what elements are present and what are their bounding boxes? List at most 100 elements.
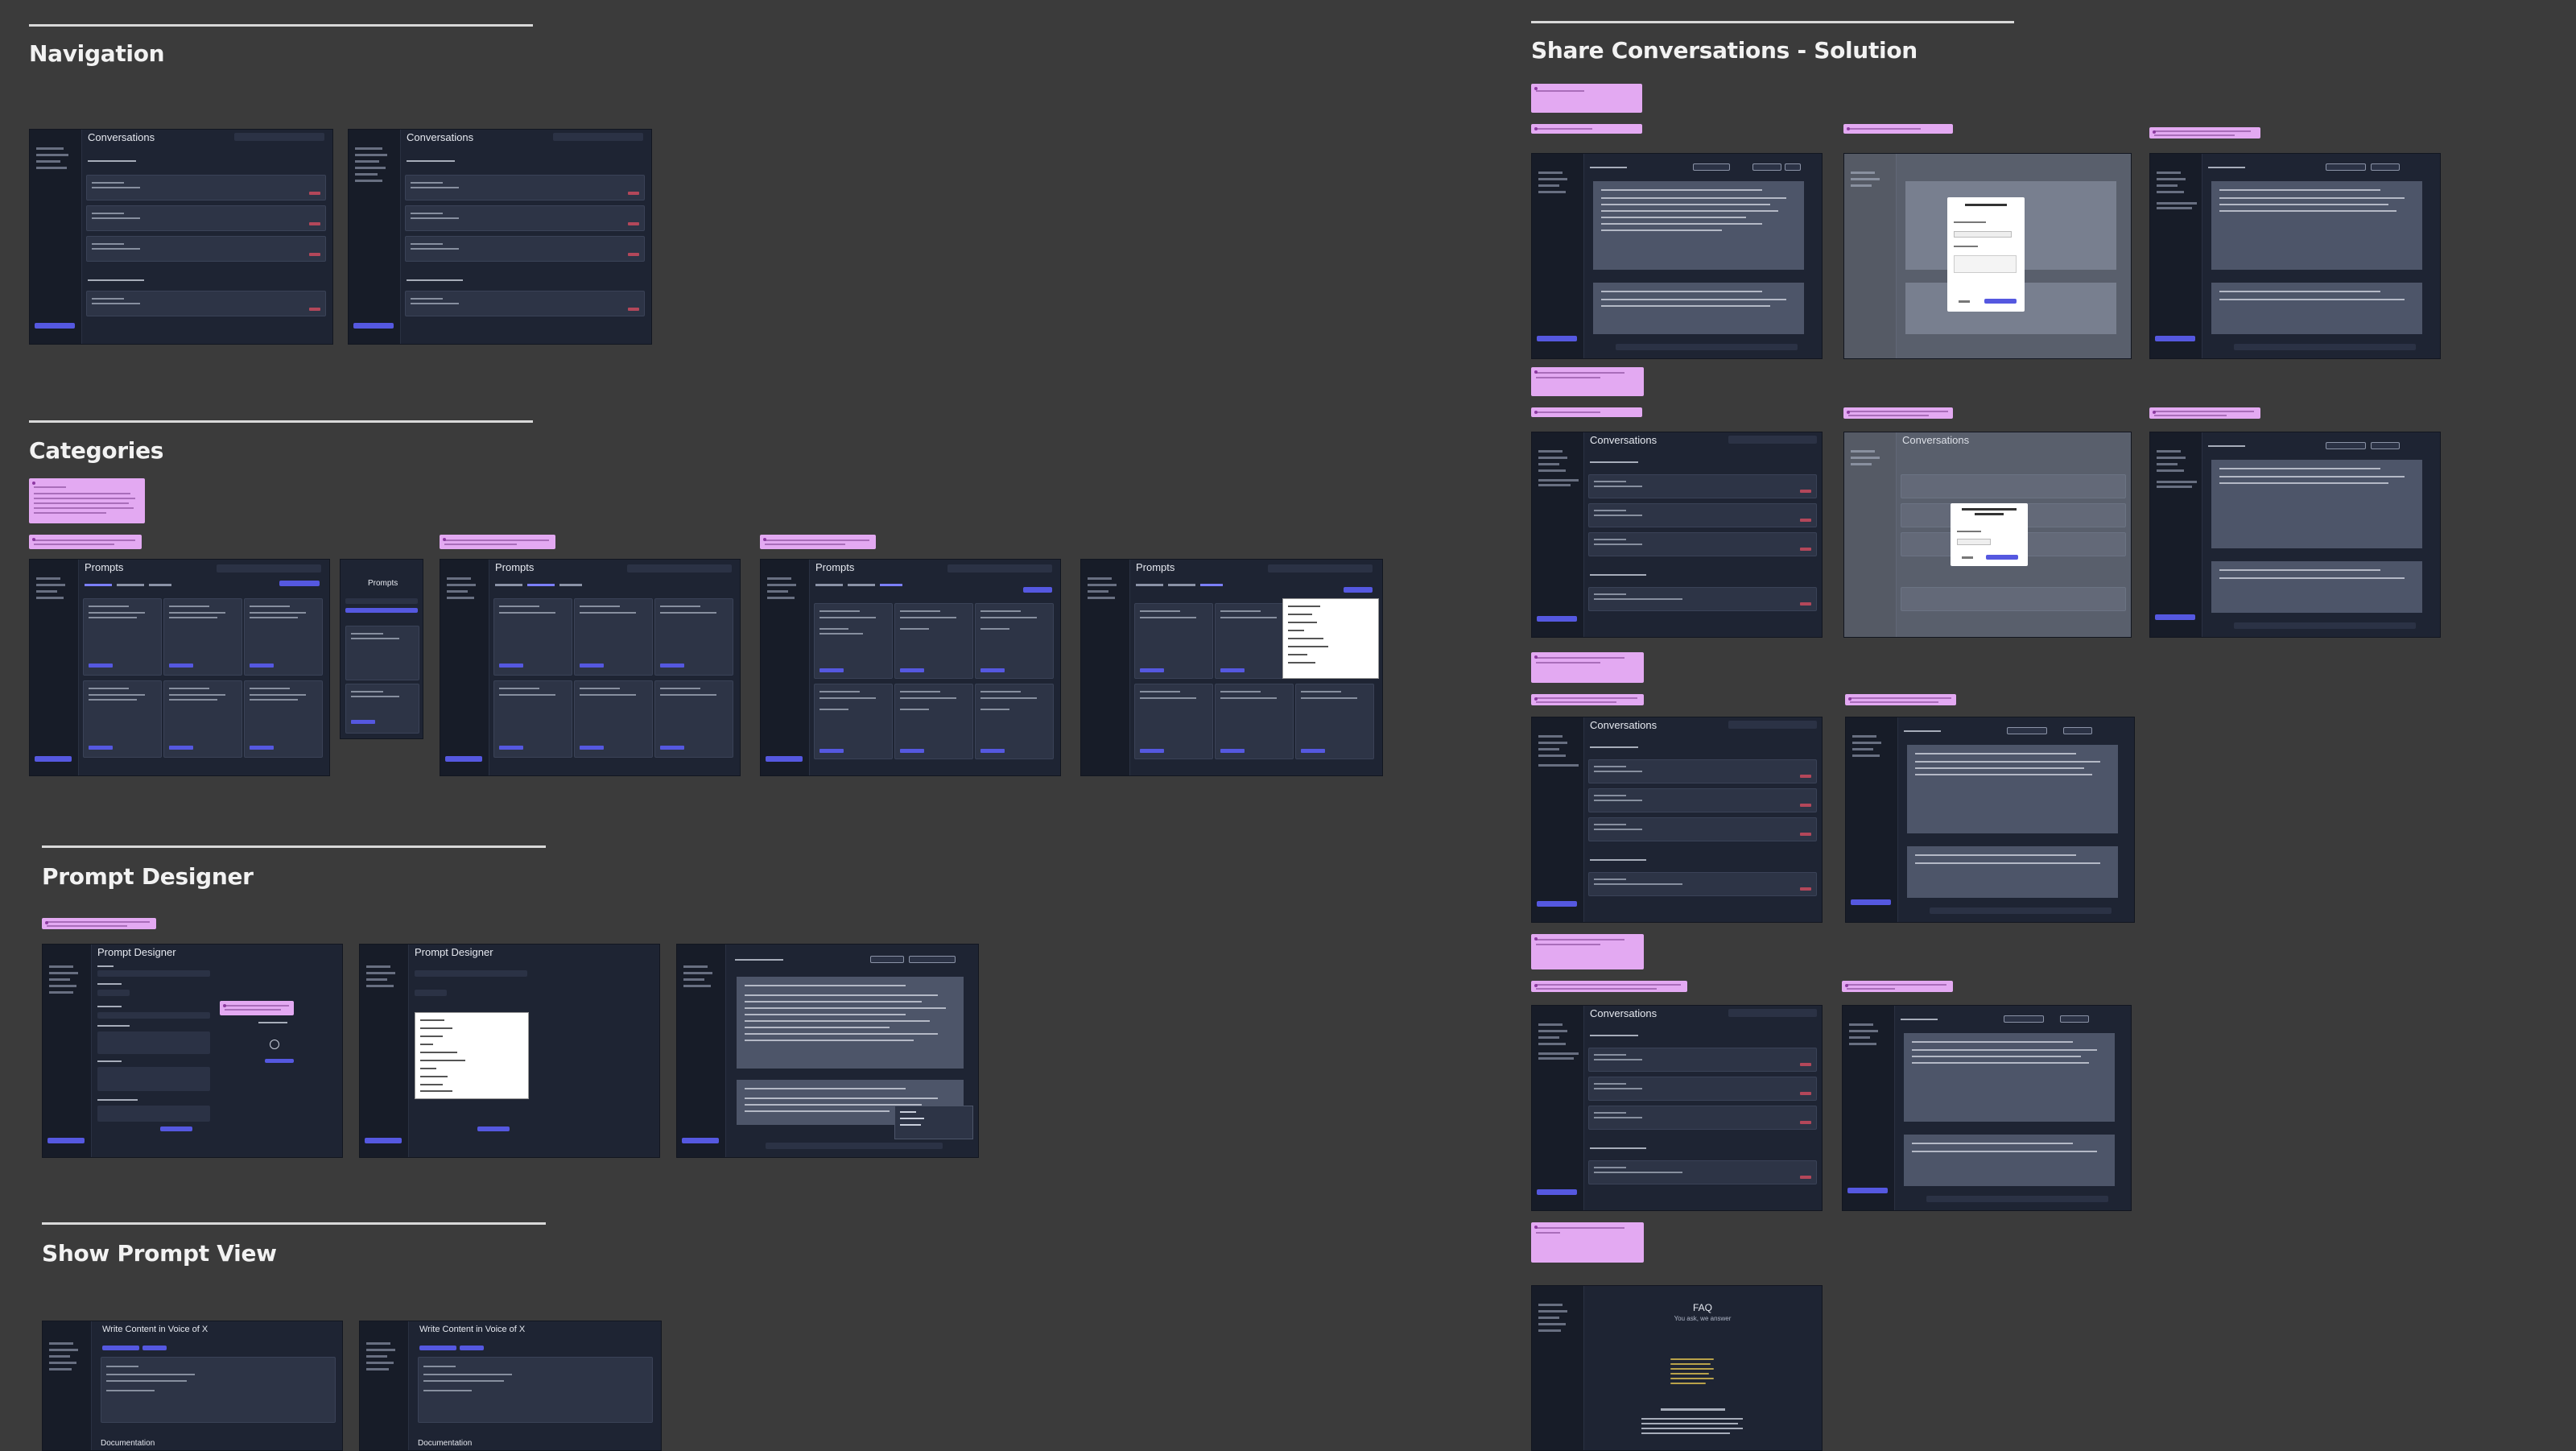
- tab-your-prompts[interactable]: [85, 584, 112, 586]
- model-select[interactable]: [1693, 163, 1730, 171]
- share-button[interactable]: [870, 956, 904, 963]
- new-conversation-button[interactable]: [1851, 899, 1891, 905]
- tab-published[interactable]: [149, 584, 171, 586]
- shared-conversation-card[interactable]: [405, 291, 645, 316]
- sidebar-item[interactable]: [36, 590, 57, 593]
- sidebar-item[interactable]: [683, 972, 712, 974]
- prompt-card[interactable]: [654, 598, 733, 676]
- sidebar-item[interactable]: [1849, 1036, 1870, 1039]
- sidebar-item[interactable]: [1852, 742, 1881, 744]
- name-input[interactable]: [415, 970, 527, 977]
- new-conversation-button[interactable]: [766, 756, 803, 762]
- sidebar-item[interactable]: [1538, 457, 1567, 459]
- chat-input[interactable]: [1616, 344, 1798, 350]
- tab-your-prompts[interactable]: [1136, 584, 1163, 586]
- sidebar-item[interactable]: [366, 1362, 394, 1364]
- new-prompt-button[interactable]: [345, 608, 418, 613]
- new-conversation-button[interactable]: [1537, 616, 1577, 622]
- sidebar-item[interactable]: [2157, 184, 2178, 187]
- sidebar-item[interactable]: [49, 1349, 78, 1351]
- prompt-card[interactable]: [894, 603, 973, 679]
- search-bar[interactable]: [1728, 721, 1817, 729]
- sidebar-item[interactable]: [2157, 172, 2181, 174]
- prompt-card[interactable]: [493, 680, 572, 758]
- sidebar-item[interactable]: [1538, 1304, 1563, 1306]
- sidebar-item[interactable]: [683, 978, 704, 981]
- chat-input[interactable]: [2234, 622, 2416, 629]
- visibility-select[interactable]: [97, 990, 130, 996]
- chat-input[interactable]: [2234, 344, 2416, 350]
- new-conversation-button[interactable]: [365, 1138, 402, 1143]
- prompt-card[interactable]: [163, 680, 242, 758]
- sidebar-item[interactable]: [366, 965, 390, 968]
- sidebar-item[interactable]: [1538, 1310, 1567, 1313]
- sidebar-item[interactable]: [1538, 172, 1563, 174]
- conversation-card[interactable]: [86, 175, 326, 200]
- sidebar-item[interactable]: [355, 154, 387, 156]
- sidebar-item[interactable]: [1538, 1043, 1566, 1045]
- sidebar-item[interactable]: [49, 1355, 70, 1358]
- sidebar-item[interactable]: [767, 584, 796, 586]
- search-bar[interactable]: [1268, 564, 1373, 573]
- sidebar-item[interactable]: [355, 173, 378, 176]
- conversation-card[interactable]: [1588, 503, 1817, 527]
- sidebar-item[interactable]: [1088, 597, 1115, 599]
- sidebar-item[interactable]: [447, 577, 471, 580]
- sidebar-item[interactable]: [1538, 463, 1559, 465]
- prompt-card[interactable]: [1295, 684, 1374, 759]
- sidebar-item[interactable]: [1538, 178, 1567, 180]
- tab-your-catalog[interactable]: [527, 584, 555, 586]
- faq-question[interactable]: [1670, 1373, 1709, 1375]
- variables-popup[interactable]: [894, 1106, 973, 1139]
- prompt-card[interactable]: [244, 598, 323, 676]
- sidebar-item[interactable]: [2157, 457, 2186, 459]
- new-conversation-button[interactable]: [35, 323, 75, 329]
- name-input[interactable]: [97, 970, 210, 977]
- sidebar-item[interactable]: [1849, 1043, 1876, 1045]
- shared-conversation-card[interactable]: [1588, 872, 1817, 896]
- prompt-card[interactable]: [493, 598, 572, 676]
- search-bar[interactable]: [553, 133, 643, 141]
- new-prompt-button[interactable]: [279, 581, 320, 586]
- sidebar-item[interactable]: [447, 590, 468, 593]
- sidebar-item[interactable]: [1538, 450, 1563, 453]
- sidebar-item[interactable]: [1538, 1036, 1559, 1039]
- search-bar[interactable]: [627, 564, 732, 573]
- prompt-textarea[interactable]: [97, 1067, 210, 1091]
- faq-question[interactable]: [1670, 1368, 1714, 1370]
- manage-sharing-modal[interactable]: [1951, 503, 2028, 566]
- sidebar-item[interactable]: [2157, 191, 2184, 193]
- sidebar-item[interactable]: [2157, 178, 2186, 180]
- faq-question[interactable]: [1670, 1378, 1714, 1379]
- new-conversation-button[interactable]: [445, 756, 482, 762]
- sidebar-item[interactable]: [366, 1349, 395, 1351]
- sidebar-item[interactable]: [366, 972, 395, 974]
- visibility-select[interactable]: [415, 990, 447, 996]
- sidebar-item[interactable]: [49, 978, 70, 981]
- shared-conversation-card[interactable]: [86, 291, 326, 316]
- sidebar-item[interactable]: [1538, 1023, 1563, 1026]
- prompt-card[interactable]: [1134, 603, 1213, 679]
- description-input[interactable]: [97, 1031, 210, 1054]
- new-prompt-button[interactable]: [1023, 587, 1052, 593]
- prompt-card[interactable]: [574, 598, 653, 676]
- sidebar-item[interactable]: [1849, 1030, 1878, 1032]
- sidebar-item[interactable]: [1538, 735, 1563, 738]
- chat-input[interactable]: [766, 1143, 943, 1149]
- sidebar-item[interactable]: [447, 597, 474, 599]
- sidebar-item[interactable]: [1538, 1323, 1566, 1325]
- prompt-card[interactable]: [574, 680, 653, 758]
- faq-question[interactable]: [1670, 1383, 1706, 1384]
- prompt-card[interactable]: [83, 680, 162, 758]
- sidebar-item[interactable]: [366, 985, 394, 987]
- new-conversation-button[interactable]: [682, 1138, 719, 1143]
- prompt-card[interactable]: [83, 598, 162, 676]
- new-conversation-button[interactable]: [35, 756, 72, 762]
- share-button[interactable]: [1752, 163, 1781, 171]
- tab-published[interactable]: [559, 584, 582, 586]
- tab-your-catalog[interactable]: [1168, 584, 1195, 586]
- prompt-card[interactable]: [1215, 684, 1294, 759]
- sidebar-item[interactable]: [366, 1355, 387, 1358]
- export-button[interactable]: [1785, 163, 1801, 171]
- sidebar-item[interactable]: [36, 597, 64, 599]
